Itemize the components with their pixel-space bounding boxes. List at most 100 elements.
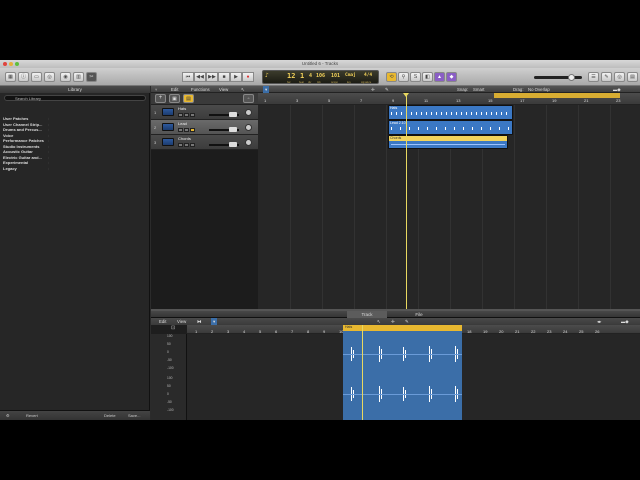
track-volume-knob[interactable]	[229, 127, 237, 132]
browsers-button[interactable]: ▤	[627, 72, 638, 82]
drag-select[interactable]: No Overlap	[528, 86, 550, 93]
solo-track-button[interactable]	[184, 128, 189, 132]
lcd-mode-button[interactable]: ◆	[446, 72, 457, 82]
edit-menu[interactable]: Edit	[171, 86, 178, 93]
editor-view-menu[interactable]: View	[177, 318, 186, 325]
region-label: Hats	[390, 106, 398, 110]
track-pan-knob[interactable]	[245, 139, 252, 146]
chevron-down-icon[interactable]: ▾	[155, 86, 157, 93]
close-window-button[interactable]	[3, 62, 7, 66]
pencil-tool-icon[interactable]: ✎	[385, 86, 389, 93]
rewind-button[interactable]: ◀◀	[194, 72, 206, 82]
ruler-number: 3	[296, 98, 299, 103]
add-track-button[interactable]: +	[155, 94, 166, 103]
library-item[interactable]: Acoustic Guitar▸	[3, 149, 49, 154]
minimize-window-button[interactable]	[9, 62, 13, 66]
apple-loops-button[interactable]: ◎	[614, 72, 625, 82]
save-button[interactable]: Save...	[128, 413, 140, 419]
functions-menu[interactable]: Functions	[191, 86, 210, 93]
track-name[interactable]: Hats	[178, 106, 186, 111]
editor-pencil-icon[interactable]: ✎	[405, 318, 409, 325]
record-enable-button[interactable]	[190, 128, 195, 132]
editor-playhead[interactable]	[362, 325, 363, 420]
library-item[interactable]: Electric Guitar and...▸	[3, 155, 49, 160]
view-menu[interactable]: View	[219, 86, 228, 93]
record-enable-button[interactable]	[190, 143, 195, 147]
track-pan-knob[interactable]	[245, 109, 252, 116]
solo-track-button[interactable]	[184, 143, 189, 147]
mute-button[interactable]	[178, 128, 183, 132]
library-button[interactable]: ▦	[5, 72, 16, 82]
play-button[interactable]: ▶	[230, 72, 242, 82]
snap-select[interactable]: Smart	[473, 86, 484, 93]
tab-track[interactable]: Track	[347, 311, 387, 318]
zoom-window-button[interactable]	[15, 62, 19, 66]
library-item[interactable]: User Channel Strip...▸	[3, 122, 49, 127]
catch-button[interactable]: ▾	[263, 86, 270, 93]
note-pads-button[interactable]: ✎	[601, 72, 612, 82]
fast-forward-button[interactable]: ▶▶	[206, 72, 218, 82]
library-item[interactable]: Experimental▸	[3, 160, 49, 165]
editor-edit-menu[interactable]: Edit	[159, 318, 166, 325]
mute-button[interactable]	[178, 143, 183, 147]
editor-audio-region[interactable]	[343, 331, 462, 420]
track-name[interactable]: Chords	[178, 136, 191, 141]
mute-button[interactable]	[178, 113, 183, 117]
solo-track-button[interactable]	[184, 113, 189, 117]
library-item[interactable]: Studio Instruments▸	[3, 144, 49, 149]
editor-zoom-icon[interactable]: ◂▸	[597, 318, 601, 325]
library-item[interactable]: Voice▸	[3, 133, 49, 138]
tab-file[interactable]: File	[399, 311, 439, 318]
inspector-button[interactable]: ⓘ	[18, 72, 29, 82]
metronome-button[interactable]: ▲	[434, 72, 445, 82]
gear-icon[interactable]: ⚙	[6, 413, 10, 419]
cycle-area[interactable]	[494, 93, 620, 98]
editors-button[interactable]: ✂	[86, 72, 97, 82]
track-volume-knob[interactable]	[229, 112, 237, 117]
editor-zoom-slider[interactable]: ▬◆	[621, 318, 629, 325]
toolbar-button[interactable]: ▭	[31, 72, 42, 82]
library-item[interactable]: Legacy▸	[3, 166, 49, 171]
editor-catch-button[interactable]: ▾	[211, 318, 218, 325]
track-volume-knob[interactable]	[229, 142, 237, 147]
track-header[interactable]: 1 Hats	[151, 105, 258, 120]
record-enable-button[interactable]	[190, 113, 195, 117]
zoom-slider-icon[interactable]: ▬◆	[613, 86, 621, 93]
track-header[interactable]: 3 Chords	[151, 135, 258, 150]
library-item[interactable]: Drums and Percus...▸	[3, 127, 49, 132]
flex-icon[interactable]: ⧓	[197, 318, 201, 325]
global-tracks-button[interactable]: ▤	[183, 94, 194, 103]
loop-browser-button[interactable]: ◎	[44, 72, 55, 82]
mixer-button[interactable]: ▥	[73, 72, 84, 82]
cycle-button[interactable]: ⟲	[386, 72, 397, 82]
editor-move-icon[interactable]: ✛	[391, 318, 395, 325]
master-volume-knob[interactable]	[568, 74, 575, 81]
editor-region-toggle-icon[interactable]: ⊡	[171, 325, 175, 331]
revert-button[interactable]: Revert	[26, 413, 38, 419]
smart-controls-button[interactable]: ◉	[60, 72, 71, 82]
library-search-input[interactable]: Search Library	[4, 95, 146, 101]
duplicate-track-button[interactable]: ▣	[169, 94, 180, 103]
track-pan-knob[interactable]	[245, 124, 252, 131]
pointer-tool-icon[interactable]: ↖	[241, 86, 245, 93]
library-item[interactable]: Performance Patches▸	[3, 138, 49, 143]
library-item[interactable]: User Patches▸	[3, 116, 49, 121]
track-name[interactable]: Lead	[178, 121, 187, 126]
playhead[interactable]	[406, 96, 407, 309]
editor-pointer-icon[interactable]: ↖	[377, 318, 381, 325]
delete-button[interactable]: Delete	[104, 413, 116, 419]
track-view-button[interactable]: ▫	[243, 94, 254, 103]
lcd-display[interactable]: ♪ 12 bar 1 beat 4 div 106 tick 101 tempo…	[262, 70, 379, 84]
count-in-button[interactable]: ◧	[422, 72, 433, 82]
record-button[interactable]: ●	[242, 72, 254, 82]
list-editors-button[interactable]: ☰	[588, 72, 599, 82]
bar-ruler[interactable]: 1 3 5 7 9 11 13 15 17 19 21 23	[258, 93, 640, 105]
stop-button[interactable]: ■	[218, 72, 230, 82]
tuner-button[interactable]: ⚲	[398, 72, 409, 82]
solo-button[interactable]: S	[410, 72, 421, 82]
track-header[interactable]: 2 Lead	[151, 120, 258, 135]
lcd-signature-label: signature	[361, 81, 372, 84]
tracks-grid[interactable]: Hats Lead 2.10 Chords	[258, 105, 640, 309]
go-to-beginning-button[interactable]: ⏮	[182, 72, 194, 82]
move-tool-icon[interactable]: ✛	[371, 86, 375, 93]
